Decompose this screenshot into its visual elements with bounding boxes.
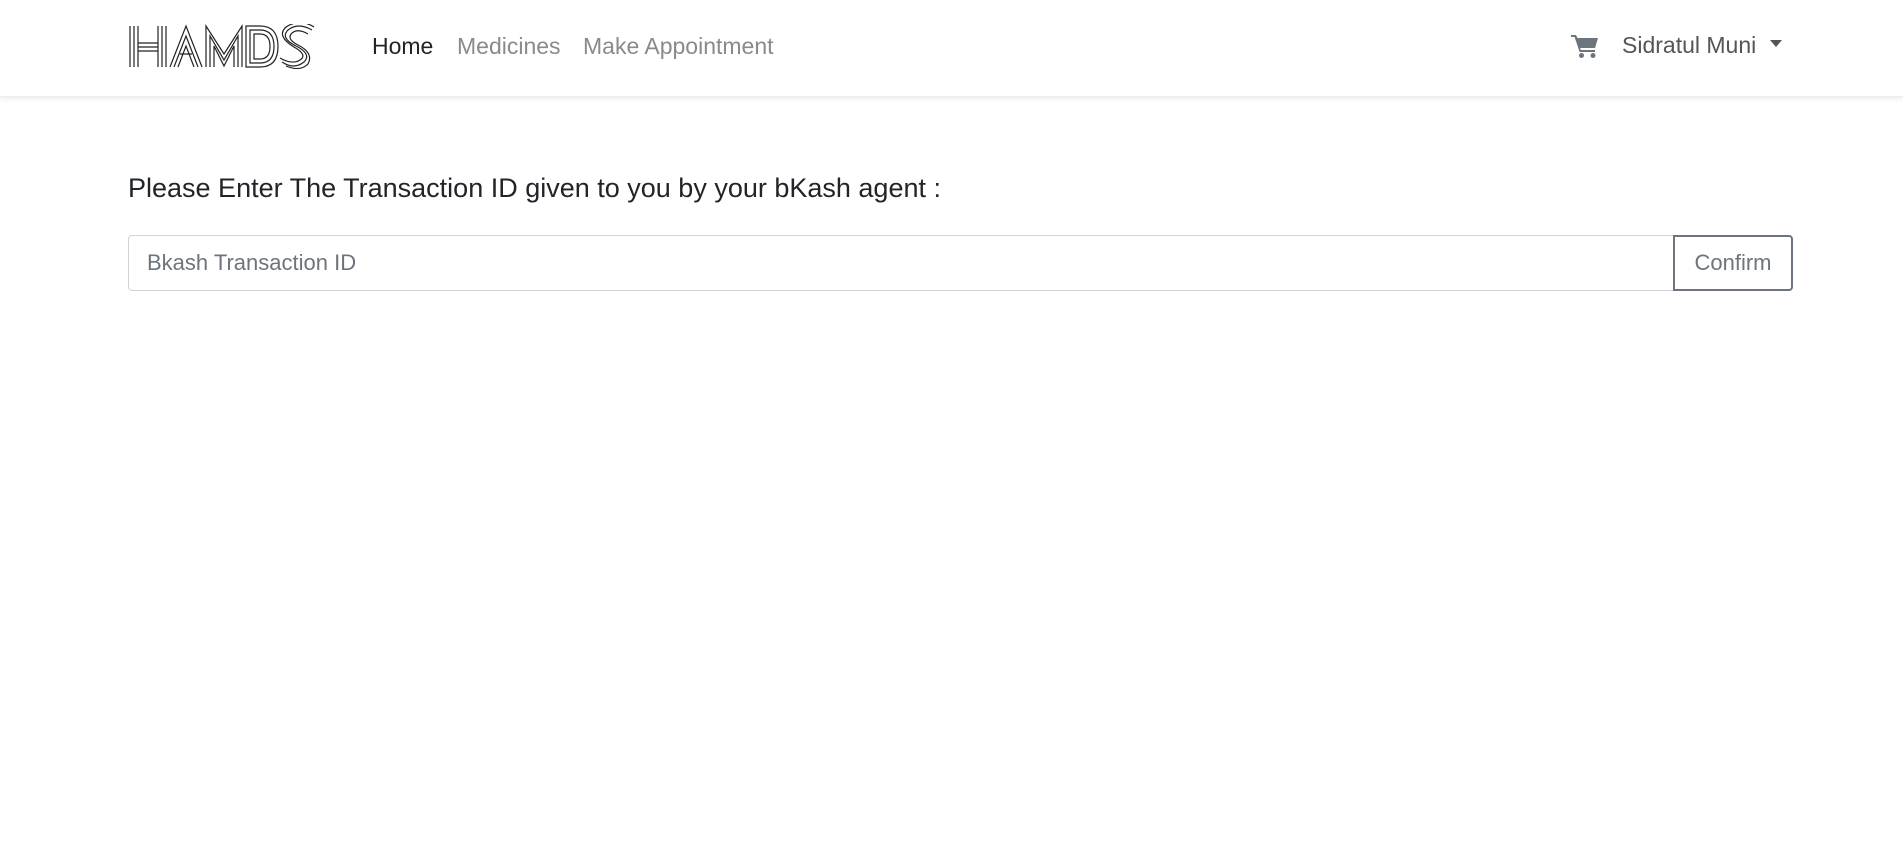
nav-link-medicines[interactable]: Medicines [457, 33, 561, 60]
nav-link-make-appointment[interactable]: Make Appointment [583, 33, 774, 60]
bkash-transaction-id-input[interactable] [128, 235, 1674, 291]
user-name: Sidratul Muni [1622, 32, 1757, 58]
hamds-logo[interactable] [128, 24, 336, 69]
nav-link-home[interactable]: Home [372, 33, 433, 60]
shopping-cart-icon[interactable] [1571, 33, 1599, 59]
top-navbar: Home Medicines Make Appointment Sidratul… [0, 0, 1903, 97]
confirm-button[interactable]: Confirm [1673, 235, 1793, 291]
transaction-prompt: Please Enter The Transaction ID given to… [128, 173, 941, 203]
caret-down-icon [1770, 40, 1783, 48]
user-dropdown-toggle[interactable]: Sidratul Muni [1622, 32, 1783, 59]
